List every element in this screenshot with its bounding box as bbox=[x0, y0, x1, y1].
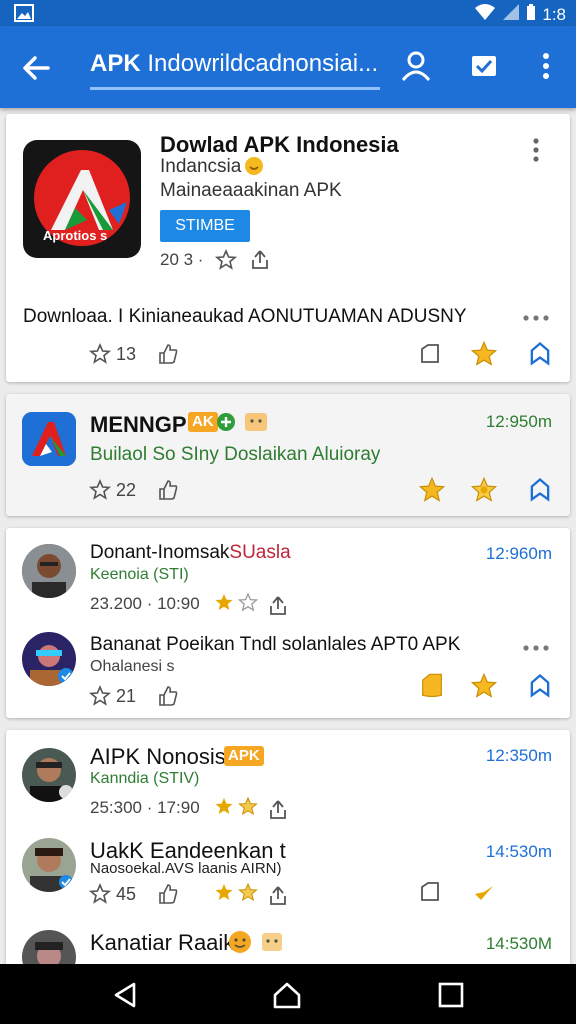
bookmark-icon[interactable] bbox=[526, 672, 554, 700]
tag-filled-icon[interactable] bbox=[418, 672, 446, 700]
app-subtitle: Builaol So SIny Doslaikan Aluioray bbox=[90, 444, 381, 465]
timestamp: 14:530M bbox=[485, 934, 552, 953]
comment-subtitle: Keenoia (STI) bbox=[90, 566, 189, 583]
star-count: 22 bbox=[116, 480, 137, 500]
search-query-field[interactable]: APK Indowrildcadnonsiai... bbox=[90, 46, 380, 90]
battery-icon bbox=[526, 3, 536, 26]
install-button[interactable]: STIMBE bbox=[160, 210, 250, 242]
inbox-check-icon[interactable] bbox=[466, 48, 502, 84]
apk-badge: APK bbox=[224, 746, 264, 766]
check-mark-icon[interactable] bbox=[472, 880, 496, 904]
app-small-logo-icon[interactable] bbox=[22, 412, 76, 466]
comment-meta: 23.200 · 10:90 bbox=[90, 594, 200, 613]
more-dots-icon[interactable] bbox=[522, 310, 550, 328]
comments-card: Donant-InomsakSUasla 12:960m Keenoia (ST… bbox=[6, 528, 570, 718]
star-filled-icon[interactable] bbox=[418, 476, 446, 504]
share-icon[interactable] bbox=[266, 798, 290, 822]
timestamp: 12:960m bbox=[485, 544, 552, 563]
avatar[interactable] bbox=[22, 632, 76, 686]
app-subtitle: Indancsia bbox=[160, 156, 242, 177]
comment-author: Donant-InomsakSUasla bbox=[90, 542, 291, 563]
avatar[interactable] bbox=[22, 748, 76, 802]
account-icon[interactable] bbox=[398, 48, 434, 84]
rating-stars-icon bbox=[214, 796, 262, 823]
star-badge-icon[interactable] bbox=[470, 476, 498, 504]
star-filled-icon[interactable] bbox=[470, 672, 498, 700]
avatar[interactable] bbox=[22, 544, 76, 598]
like-icon[interactable] bbox=[156, 478, 180, 502]
home-nav-icon[interactable] bbox=[272, 980, 302, 1010]
star-count: 21 bbox=[116, 686, 137, 706]
like-icon[interactable] bbox=[156, 684, 180, 708]
timestamp: 12:350m bbox=[485, 746, 552, 765]
share-icon[interactable] bbox=[266, 594, 290, 618]
app-bar: APK Indowrildcadnonsiai... bbox=[0, 26, 576, 108]
share-icon[interactable] bbox=[266, 884, 290, 908]
app-meta: 20 3 · bbox=[160, 250, 204, 269]
bookmark-icon[interactable] bbox=[526, 476, 554, 504]
star-outline-icon[interactable] bbox=[88, 882, 112, 906]
system-nav-bar bbox=[0, 964, 576, 1024]
emoji-icon bbox=[244, 412, 268, 437]
app-description: Downloaa. I Kinianeaukad AONUTUAMAN ADUS… bbox=[23, 306, 467, 327]
smile-emoji-icon bbox=[244, 156, 264, 181]
overflow-menu-icon[interactable] bbox=[528, 48, 564, 84]
rating-stars-icon bbox=[214, 592, 262, 619]
star-outline-icon[interactable] bbox=[88, 342, 112, 366]
app-card-2[interactable]: MENNGP AK 12:950m Builaol So SIny Doslai… bbox=[6, 394, 570, 516]
rating-stars-icon bbox=[214, 882, 262, 909]
app-publisher: Mainaeaaakinan APK bbox=[160, 180, 342, 201]
tag-icon[interactable] bbox=[418, 342, 442, 366]
star-count: 45 bbox=[116, 884, 137, 904]
star-outline-icon[interactable] bbox=[88, 684, 112, 708]
comments-card-2: AIPK Nonosis APK 12:350m Kanndia (STIV) … bbox=[6, 730, 570, 984]
more-dots-icon[interactable] bbox=[522, 640, 550, 658]
check-plus-icon bbox=[216, 412, 236, 437]
comment-author: Bananat Poeikan Tndl solanlales APT0 APK bbox=[90, 634, 461, 655]
comment-subtitle: Ohalanesi s bbox=[90, 658, 175, 675]
star-outline-icon[interactable] bbox=[88, 478, 112, 502]
star-count: 13 bbox=[116, 344, 137, 364]
comment-meta: 25:300 · 17:90 bbox=[90, 798, 200, 817]
title-bold: APK bbox=[90, 50, 141, 77]
clock-text: 1:8 bbox=[542, 4, 566, 24]
signal-icon bbox=[502, 3, 520, 26]
app-title: Dowlad APK Indonesia bbox=[160, 132, 399, 157]
card-menu-icon[interactable] bbox=[530, 136, 542, 169]
comment-subtitle: Kanndia (STIV) bbox=[90, 770, 200, 787]
apk-badge: AK bbox=[188, 412, 218, 432]
emoji-icon bbox=[260, 930, 284, 959]
status-bar: 1:8 bbox=[0, 0, 576, 26]
wifi-icon bbox=[474, 3, 496, 26]
comment-subtitle: Naosoekal.AVS laanis AIRN) bbox=[90, 860, 282, 877]
tag-icon[interactable] bbox=[418, 880, 442, 904]
featured-app-card[interactable]: Aprotios s Dowlad APK Indonesia Indancsi… bbox=[6, 114, 570, 382]
like-icon[interactable] bbox=[156, 342, 180, 366]
comment-author: Kanatiar Raaik bbox=[90, 930, 235, 955]
star-filled-icon[interactable] bbox=[470, 340, 498, 368]
app-title: MENNGP bbox=[90, 412, 187, 437]
like-icon[interactable] bbox=[156, 882, 180, 906]
comment-author: AIPK Nonosis bbox=[90, 744, 226, 769]
back-arrow-icon[interactable] bbox=[18, 50, 54, 86]
app-logo-icon[interactable]: Aprotios s bbox=[23, 140, 141, 258]
timestamp: 14:530m bbox=[485, 842, 552, 861]
app-logo-text: Aprotios s bbox=[43, 228, 108, 243]
gallery-icon bbox=[14, 4, 34, 27]
avatar[interactable] bbox=[22, 838, 76, 892]
emoji-icon bbox=[228, 930, 252, 959]
bookmark-icon[interactable] bbox=[526, 340, 554, 368]
share-icon[interactable] bbox=[248, 248, 272, 272]
title-rest: Indowrildcadnonsiai... bbox=[147, 50, 379, 77]
star-outline-icon[interactable] bbox=[214, 248, 238, 272]
timestamp: 12:950m bbox=[485, 412, 552, 431]
recents-nav-icon[interactable] bbox=[436, 980, 466, 1010]
back-nav-icon[interactable] bbox=[110, 980, 140, 1010]
